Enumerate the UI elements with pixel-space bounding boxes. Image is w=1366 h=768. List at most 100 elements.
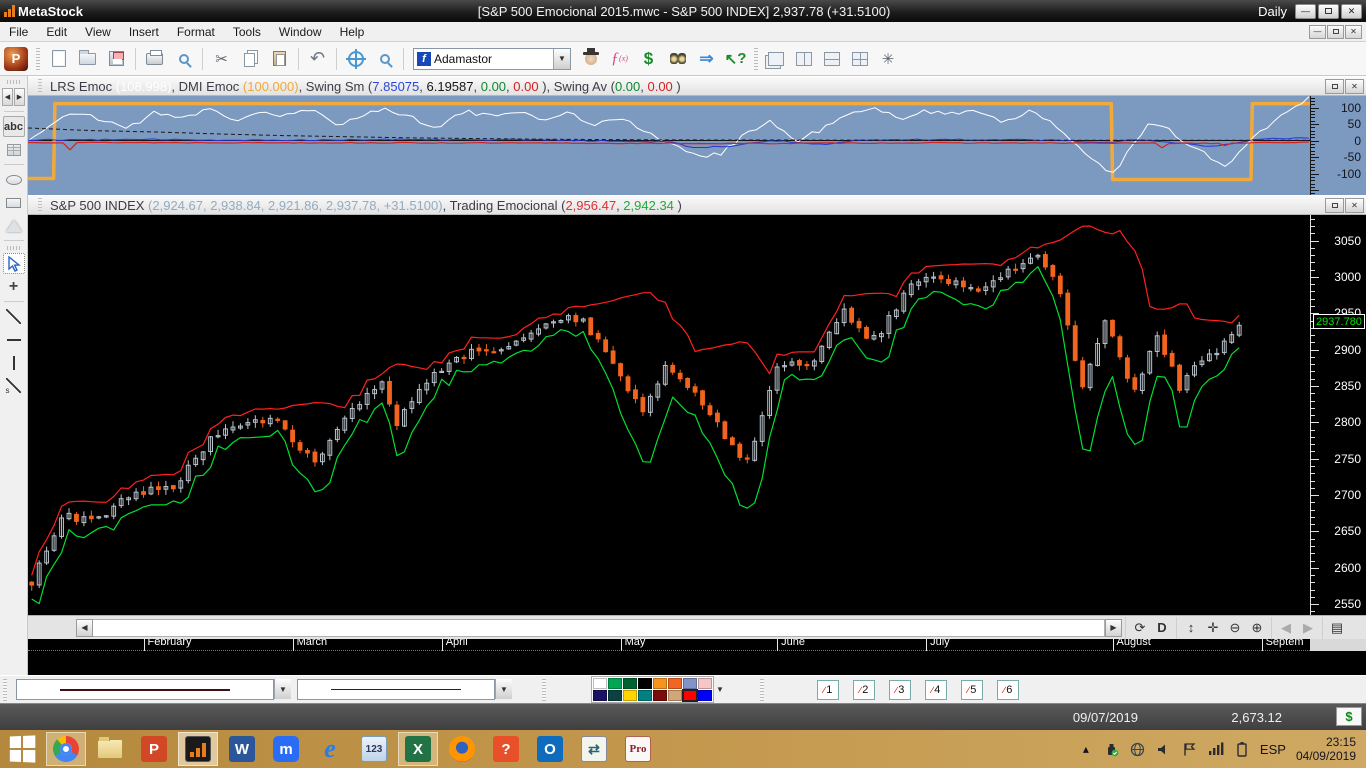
color-swatch[interactable] bbox=[593, 678, 607, 689]
explorer-button[interactable] bbox=[664, 46, 691, 72]
page-right-button[interactable]: ▶ bbox=[1297, 618, 1319, 638]
indicator-panel[interactable]: 100500-50-100 bbox=[28, 96, 1366, 195]
menu-item-insert[interactable]: Insert bbox=[120, 23, 168, 41]
minimize-button[interactable]: — bbox=[1295, 4, 1316, 19]
color-swatch[interactable] bbox=[698, 678, 712, 689]
new-chart-button[interactable] bbox=[45, 46, 72, 72]
menu-item-window[interactable]: Window bbox=[270, 23, 331, 41]
color-swatch[interactable] bbox=[608, 690, 622, 701]
color-swatch[interactable] bbox=[683, 678, 697, 689]
tile-horizontal-button[interactable] bbox=[819, 47, 845, 71]
taskbar-app-metastock[interactable] bbox=[178, 732, 218, 766]
trendline-tool[interactable] bbox=[3, 306, 25, 327]
combo-dropdown-icon[interactable]: ▼ bbox=[553, 49, 570, 69]
taskbar-app-firefox[interactable] bbox=[442, 732, 482, 766]
price-close-button[interactable]: ✕ bbox=[1345, 198, 1364, 213]
color-swatch[interactable] bbox=[608, 678, 622, 689]
line-style-combo-1[interactable]: ▼ bbox=[16, 679, 291, 700]
taskbar-app-maxthon[interactable]: m bbox=[266, 732, 306, 766]
mdi-close-button[interactable]: ✕ bbox=[1345, 25, 1362, 39]
indicator-y-axis[interactable]: 100500-50-100 bbox=[1310, 96, 1366, 195]
taskbar-app-chrome[interactable] bbox=[46, 732, 86, 766]
menu-item-tools[interactable]: Tools bbox=[224, 23, 270, 41]
indicator-close-button[interactable]: ✕ bbox=[1345, 79, 1364, 94]
color-swatch[interactable] bbox=[653, 690, 667, 701]
symbol-combo[interactable]: f Adamastor ▼ bbox=[413, 48, 571, 70]
template-button-5[interactable]: ∕5 bbox=[961, 680, 983, 700]
taskbar-app-start[interactable] bbox=[2, 732, 42, 766]
signal-bars-icon[interactable] bbox=[1208, 741, 1224, 757]
taskbar-app-calculator[interactable]: 123 bbox=[354, 732, 394, 766]
mdi-restore-button[interactable] bbox=[1327, 25, 1344, 39]
close-button[interactable]: ✕ bbox=[1341, 4, 1362, 19]
flag-icon[interactable] bbox=[1182, 741, 1198, 757]
taskbar-app-file-explorer[interactable] bbox=[90, 732, 130, 766]
taskbar-app-chart-app[interactable]: ⇄ bbox=[574, 732, 614, 766]
horizontal-line-tool[interactable] bbox=[3, 329, 25, 350]
template-button-2[interactable]: ∕2 bbox=[853, 680, 875, 700]
crosshair-button[interactable] bbox=[342, 46, 369, 72]
triangle-tool[interactable] bbox=[3, 215, 25, 236]
taskbar-app-excel[interactable]: X bbox=[398, 732, 438, 766]
arrange-icons-button[interactable]: ✳ bbox=[875, 47, 901, 71]
page-left-button[interactable]: ◀ bbox=[1275, 618, 1297, 638]
currency-button[interactable]: $ bbox=[1336, 707, 1362, 726]
language-indicator[interactable]: ESP bbox=[1260, 742, 1286, 757]
color-swatch[interactable] bbox=[653, 678, 667, 689]
template-button-3[interactable]: ∕3 bbox=[889, 680, 911, 700]
taskbar-app-word[interactable]: W bbox=[222, 732, 262, 766]
expert-advisor-button[interactable] bbox=[577, 46, 604, 72]
tile-vertical-button[interactable] bbox=[791, 47, 817, 71]
zoom-button[interactable] bbox=[371, 46, 398, 72]
rectangle-tool[interactable] bbox=[3, 192, 25, 213]
cut-button[interactable]: ✂ bbox=[208, 46, 235, 72]
save-button[interactable] bbox=[103, 46, 130, 72]
print-button[interactable] bbox=[141, 46, 168, 72]
indicator-panel-header[interactable]: LRS Emoc (108.998), DMI Emoc (100.000), … bbox=[28, 76, 1366, 96]
menu-item-file[interactable]: File bbox=[0, 23, 37, 41]
indicator-builder-button[interactable]: ƒ(x) bbox=[606, 46, 633, 72]
taskbar-app-powerpoint[interactable]: P bbox=[134, 732, 174, 766]
menu-item-help[interactable]: Help bbox=[331, 23, 374, 41]
horizontal-scrollbar[interactable] bbox=[93, 619, 1105, 637]
battery-icon[interactable] bbox=[1234, 741, 1250, 757]
usb-icon[interactable] bbox=[1104, 741, 1120, 757]
tray-expand-icon[interactable]: ▴ bbox=[1078, 741, 1094, 757]
power-console-button[interactable]: P bbox=[4, 47, 28, 71]
color-swatch[interactable] bbox=[593, 690, 607, 701]
zoom-out-button[interactable]: ⊖ bbox=[1224, 618, 1246, 638]
text-tool[interactable]: abc bbox=[3, 116, 25, 137]
palette-dropdown-icon[interactable]: ▼ bbox=[714, 677, 726, 702]
copy-button[interactable] bbox=[237, 46, 264, 72]
ellipse-tool[interactable] bbox=[3, 169, 25, 190]
network-globe-icon[interactable] bbox=[1130, 741, 1146, 757]
template-button-6[interactable]: ∕6 bbox=[997, 680, 1019, 700]
menu-item-format[interactable]: Format bbox=[168, 23, 224, 41]
taskbar-app-pro-app[interactable]: Pro bbox=[618, 732, 658, 766]
scroll-left-button[interactable]: ◀ bbox=[76, 619, 93, 637]
restore-button[interactable] bbox=[1318, 4, 1339, 19]
scroll-right-tool[interactable]: ▶ bbox=[14, 88, 25, 106]
color-swatch[interactable] bbox=[683, 690, 697, 701]
vertical-zoom-button[interactable]: ↕ bbox=[1180, 618, 1202, 638]
price-panel-header[interactable]: S&P 500 INDEX (2,924.67, 2,938.84, 2,921… bbox=[28, 195, 1366, 215]
scroll-left-tool[interactable]: ◀ bbox=[2, 88, 13, 106]
paste-button[interactable] bbox=[266, 46, 293, 72]
menu-item-edit[interactable]: Edit bbox=[37, 23, 76, 41]
undo-button[interactable]: ↶ bbox=[304, 46, 331, 72]
combo-dropdown-icon[interactable]: ▼ bbox=[274, 679, 291, 699]
zoom-in-button[interactable]: ⊕ bbox=[1246, 618, 1268, 638]
periodicity-daily-button[interactable]: D bbox=[1151, 618, 1173, 638]
menu-item-view[interactable]: View bbox=[76, 23, 120, 41]
template-button-1[interactable]: ∕1 bbox=[817, 680, 839, 700]
taskbar-app-internet-explorer[interactable]: e bbox=[310, 732, 350, 766]
cascade-windows-button[interactable] bbox=[763, 47, 789, 71]
combo-dropdown-icon[interactable]: ▼ bbox=[495, 679, 512, 699]
whats-this-button[interactable]: ↖? bbox=[722, 46, 749, 72]
mdi-minimize-button[interactable]: — bbox=[1309, 25, 1326, 39]
refresh-button[interactable]: ⟳ bbox=[1129, 618, 1151, 638]
pointer-tool[interactable] bbox=[3, 253, 25, 274]
vertical-line-tool[interactable] bbox=[3, 352, 25, 373]
volume-icon[interactable] bbox=[1156, 741, 1172, 757]
price-panel[interactable]: 3050300029502900285028002750270026502600… bbox=[28, 215, 1366, 615]
